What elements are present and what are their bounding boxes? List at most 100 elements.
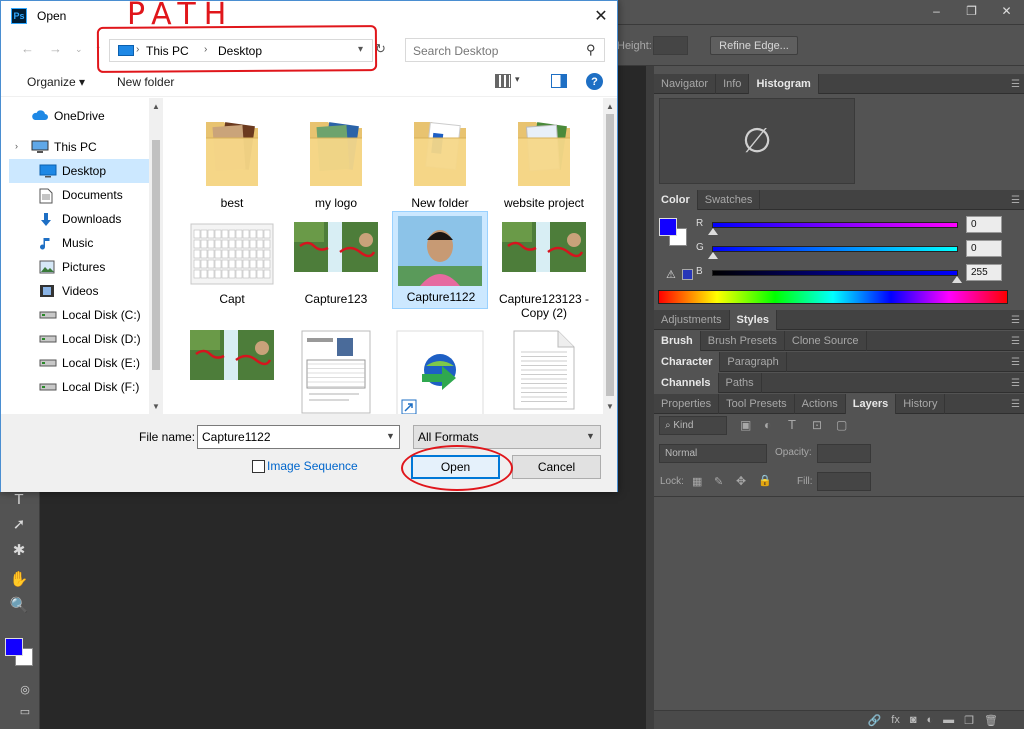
tab-clone-source[interactable]: Clone Source xyxy=(785,330,867,351)
file-item[interactable] xyxy=(496,330,592,414)
file-item[interactable]: my logo xyxy=(288,106,384,210)
tab-paragraph[interactable]: Paragraph xyxy=(720,351,787,372)
sidebar-item-desktop[interactable]: Desktop xyxy=(9,159,149,183)
file-item[interactable]: New folder xyxy=(392,106,488,210)
tab-brush-presets[interactable]: Brush Presets xyxy=(701,330,785,351)
forward-arrow-icon[interactable]: → xyxy=(49,41,62,56)
lock-transparent-icon[interactable]: ▦ xyxy=(692,475,702,488)
adjustment-filter-icon[interactable]: ◐ xyxy=(764,418,771,432)
link-layers-icon[interactable]: 🔗 xyxy=(868,714,882,727)
custom-shape-tool-icon[interactable]: ✱ xyxy=(8,539,30,561)
file-list-scrollbar[interactable]: ▲ ▼ xyxy=(603,98,617,414)
tab-adjustments[interactable]: Adjustments xyxy=(654,309,730,330)
layer-kind-filter[interactable]: ⌕ Kind xyxy=(659,416,727,435)
tab-history[interactable]: History xyxy=(896,393,946,414)
panel-menu-icon[interactable]: ☰ xyxy=(1011,195,1020,206)
tab-channels[interactable]: Channels xyxy=(654,372,719,393)
scrollbar-thumb[interactable] xyxy=(606,114,614,396)
zoom-tool-icon[interactable]: 🔍 xyxy=(8,594,30,616)
blue-thumb[interactable] xyxy=(952,276,962,283)
file-name-input[interactable]: Capture1122 ▼ xyxy=(197,425,400,449)
tab-tool-presets[interactable]: Tool Presets xyxy=(719,393,795,414)
green-thumb[interactable] xyxy=(708,252,718,259)
opacity-field[interactable] xyxy=(817,444,871,463)
file-item[interactable]: Capture123123 - Copy (2) xyxy=(496,216,592,320)
expand-chevron-icon[interactable]: › xyxy=(15,141,18,151)
tab-navigator[interactable]: Navigator xyxy=(654,73,717,94)
layer-mask-icon[interactable]: ◙ xyxy=(910,714,917,726)
delete-layer-icon[interactable]: 🗑 xyxy=(984,714,998,727)
tab-swatches[interactable]: Swatches xyxy=(698,189,761,210)
file-item[interactable]: Capt xyxy=(184,216,280,320)
lock-all-icon[interactable]: 🔒 xyxy=(758,474,772,487)
sidebar-item-local-disk-f[interactable]: Local Disk (F:) xyxy=(9,375,149,399)
lock-pixels-icon[interactable]: ✎ xyxy=(714,475,723,488)
scroll-down-icon[interactable]: ▼ xyxy=(606,402,614,411)
tab-brush[interactable]: Brush xyxy=(654,330,701,351)
sidebar-item-local-disk-e[interactable]: Local Disk (E:) xyxy=(9,351,149,375)
blend-mode-select[interactable]: Normal xyxy=(659,444,767,463)
scrollbar-thumb[interactable] xyxy=(152,140,160,370)
panel-menu-icon[interactable]: ☰ xyxy=(1011,336,1020,347)
file-item[interactable] xyxy=(184,330,280,414)
recent-locations-chevron-icon[interactable]: ⌄ xyxy=(75,44,83,55)
fill-field[interactable] xyxy=(817,472,871,491)
file-item[interactable]: website project xyxy=(496,106,592,210)
layer-style-icon[interactable]: fx xyxy=(891,714,900,726)
type-filter-icon[interactable]: T xyxy=(788,417,796,432)
file-item[interactable]: Capture1122 xyxy=(392,211,488,309)
sidebar-item-this-pc[interactable]: This PC xyxy=(9,135,149,159)
sidebar-item-local-disk-d[interactable]: Local Disk (D:) xyxy=(9,327,149,351)
foreground-color-swatch[interactable] xyxy=(5,638,23,656)
panel-menu-icon[interactable]: ☰ xyxy=(1011,399,1020,410)
sidebar-item-videos[interactable]: Videos xyxy=(9,279,149,303)
search-icon[interactable]: ⚲ xyxy=(586,42,596,58)
tab-actions[interactable]: Actions xyxy=(795,393,846,414)
close-icon[interactable]: ✕ xyxy=(589,4,613,28)
panel-menu-icon[interactable]: ☰ xyxy=(1011,378,1020,389)
red-thumb[interactable] xyxy=(708,228,718,235)
scroll-down-icon[interactable]: ▼ xyxy=(152,402,160,411)
pixel-filter-icon[interactable]: ▣ xyxy=(740,418,751,432)
file-item[interactable] xyxy=(288,330,384,414)
file-item[interactable]: best xyxy=(184,106,280,210)
green-value[interactable]: 0 xyxy=(966,240,1002,257)
image-sequence-checkbox[interactable] xyxy=(252,460,265,473)
shape-filter-icon[interactable]: ⊡ xyxy=(812,418,822,432)
group-icon[interactable]: ▬ xyxy=(943,714,954,726)
blue-value[interactable]: 255 xyxy=(966,264,1002,281)
change-view-icon[interactable] xyxy=(495,74,511,88)
red-slider[interactable]: R 0 xyxy=(696,216,1016,236)
new-layer-icon[interactable]: ❐ xyxy=(964,714,974,727)
chevron-down-icon[interactable]: ▼ xyxy=(586,431,595,441)
file-item[interactable]: Capture123 xyxy=(288,216,384,320)
color-panel-foreground[interactable] xyxy=(659,218,677,236)
image-sequence-label[interactable]: Image Sequence xyxy=(267,459,358,473)
blue-slider[interactable]: B 255 xyxy=(696,264,1016,284)
search-input[interactable]: Search Desktop ⚲ xyxy=(405,38,605,62)
lock-position-icon[interactable]: ✥ xyxy=(736,474,746,488)
adjustment-layer-icon[interactable]: ◐ xyxy=(927,714,934,726)
preview-pane-icon[interactable] xyxy=(551,74,567,88)
blue-track[interactable] xyxy=(712,270,958,276)
panel-menu-icon[interactable]: ☰ xyxy=(1011,357,1020,368)
sidebar-item-music[interactable]: Music xyxy=(9,231,149,255)
panel-menu-icon[interactable]: ☰ xyxy=(1011,79,1020,90)
path-selection-tool-icon[interactable]: ➚ xyxy=(8,513,30,535)
cancel-button[interactable]: Cancel xyxy=(512,455,601,479)
navigation-scrollbar[interactable]: ▲ ▼ xyxy=(149,98,163,414)
green-slider[interactable]: G 0 xyxy=(696,240,1016,260)
red-value[interactable]: 0 xyxy=(966,216,1002,233)
refine-edge-button[interactable]: Refine Edge... xyxy=(710,36,798,55)
close-window-button[interactable]: ✕ xyxy=(989,0,1024,22)
sidebar-item-downloads[interactable]: Downloads xyxy=(9,207,149,231)
view-dropdown-icon[interactable]: ▾ xyxy=(515,74,520,85)
hand-tool-icon[interactable]: ✋ xyxy=(8,568,30,590)
height-field[interactable] xyxy=(653,36,688,55)
sidebar-item-onedrive[interactable]: OneDrive xyxy=(9,104,149,128)
tab-layers[interactable]: Layers xyxy=(845,393,897,414)
quick-mask-icon[interactable]: ◎ xyxy=(14,678,36,700)
organize-menu[interactable]: Organize ▾ xyxy=(27,75,85,89)
scroll-up-icon[interactable]: ▲ xyxy=(152,102,160,111)
new-folder-button[interactable]: New folder xyxy=(117,75,174,89)
